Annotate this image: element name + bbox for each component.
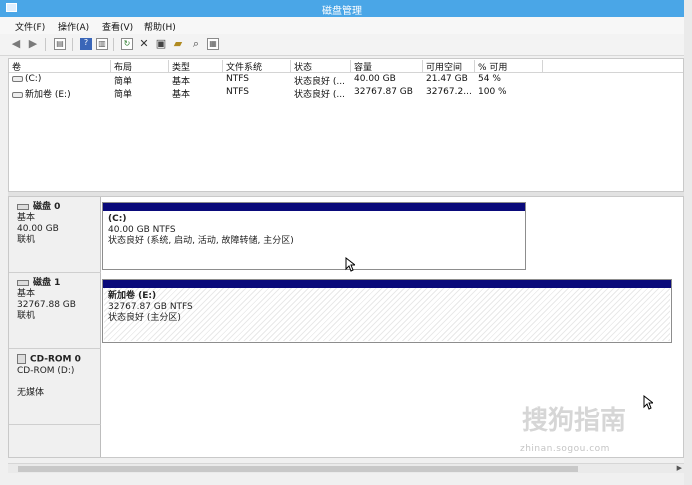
disk-size: 40.00 GB xyxy=(17,224,59,234)
toolbar-separator xyxy=(72,38,73,51)
search-icon[interactable]: ⌕ xyxy=(190,38,202,50)
column-percent-free[interactable]: % 可用 xyxy=(475,60,543,73)
volume-name: (C:) xyxy=(25,74,42,84)
table-row[interactable]: (C:) 简单 基本 NTFS 状态良好 (... 40.00 GB 21.47… xyxy=(9,74,683,87)
partition-body: 新加卷 (E:) 32767.87 GB NTFS 状态良好 (主分区) xyxy=(104,288,670,341)
filesystem-cell: NTFS xyxy=(226,74,249,84)
partition-bar xyxy=(103,203,525,211)
menu-bar: 文件(F) 操作(A) 查看(V) 帮助(H) xyxy=(0,17,684,34)
disk-management-window: 磁盘管理 文件(F) 操作(A) 查看(V) 帮助(H) ◀ ▶ ▤ ? ▥ ↻… xyxy=(0,0,692,485)
partition-size: 32767.87 GB NTFS xyxy=(108,302,193,312)
format-icon[interactable]: ▦ xyxy=(207,38,219,50)
partition-bar xyxy=(103,280,671,288)
partition-body: (C:) 40.00 GB NTFS 状态良好 (系统, 启动, 活动, 故障转… xyxy=(104,211,524,268)
volume-cell: (C:) xyxy=(9,74,111,84)
percent-free-cell: 54 % xyxy=(478,74,501,84)
disk-icon xyxy=(17,203,29,210)
drive-icon xyxy=(12,75,23,82)
partition-status: 状态良好 (主分区) xyxy=(108,313,181,323)
free-space-cell: 32767.2... xyxy=(426,87,472,97)
refresh-icon[interactable]: ↻ xyxy=(121,38,133,50)
column-layout[interactable]: 布局 xyxy=(111,60,169,73)
window-edge xyxy=(684,0,692,485)
column-capacity[interactable]: 容量 xyxy=(351,60,423,73)
title-bar[interactable]: 磁盘管理 xyxy=(0,0,684,17)
show-pane-icon[interactable]: ▥ xyxy=(96,38,108,50)
partition-e[interactable]: 新加卷 (E:) 32767.87 GB NTFS 状态良好 (主分区) xyxy=(102,279,672,343)
disk-size: 32767.88 GB xyxy=(17,300,76,310)
disk-icon xyxy=(17,279,29,286)
volume-name: 新加卷 (E:) xyxy=(25,90,71,100)
scroll-right-icon[interactable]: ▶ xyxy=(677,464,682,472)
cdrom-media-status: 无媒体 xyxy=(17,387,45,398)
menu-help[interactable]: 帮助(H) xyxy=(144,20,176,33)
cdrom-name: CD-ROM 0 xyxy=(30,354,81,365)
disk-1-row: 磁盘 1 基本 32767.88 GB 联机 新加卷 (E:) 32767.87… xyxy=(9,273,683,349)
type-cell: 基本 xyxy=(172,77,191,87)
volume-list-header: 卷 布局 类型 文件系统 状态 容量 可用空间 % 可用 xyxy=(9,59,683,73)
watermark: 搜狗指南 zhinan.sogou.com xyxy=(520,400,680,460)
free-space-cell: 21.47 GB xyxy=(426,74,468,84)
disk-status: 联机 xyxy=(17,311,36,321)
column-filesystem[interactable]: 文件系统 xyxy=(223,60,291,73)
disk-0-label[interactable]: 磁盘 0 基本 40.00 GB 联机 xyxy=(9,197,101,273)
forward-arrow-icon[interactable]: ▶ xyxy=(27,38,39,50)
partition-size: 40.00 GB NTFS xyxy=(108,225,176,235)
disk-name: 磁盘 0 xyxy=(33,202,61,212)
percent-free-cell: 100 % xyxy=(478,87,507,97)
properties-icon[interactable]: ▤ xyxy=(54,38,66,50)
capacity-cell: 40.00 GB xyxy=(354,74,396,84)
type-cell: 基本 xyxy=(172,90,191,100)
watermark-url: zhinan.sogou.com xyxy=(520,444,610,454)
volume-cell: 新加卷 (E:) xyxy=(9,87,111,100)
disk-name: 磁盘 1 xyxy=(33,278,61,288)
column-free-space[interactable]: 可用空间 xyxy=(423,60,475,73)
help-icon[interactable]: ? xyxy=(80,38,92,50)
label-column-fill xyxy=(9,425,101,457)
capacity-cell: 32767.87 GB xyxy=(354,87,413,97)
partition-name: 新加卷 (E:) xyxy=(108,291,157,301)
table-row[interactable]: 新加卷 (E:) 简单 基本 NTFS 状态良好 (... 32767.87 G… xyxy=(9,87,683,100)
filesystem-cell: NTFS xyxy=(226,87,249,97)
partition-name: (C:) xyxy=(108,214,127,224)
cdrom-0-label[interactable]: CD-ROM 0 CD-ROM (D:) 无媒体 xyxy=(9,349,101,425)
disk-status: 联机 xyxy=(17,235,36,245)
back-arrow-icon[interactable]: ◀ xyxy=(10,38,22,50)
layout-cell: 简单 xyxy=(114,90,133,100)
layout-cell: 简单 xyxy=(114,77,133,87)
menu-action[interactable]: 操作(A) xyxy=(58,20,89,33)
column-status[interactable]: 状态 xyxy=(291,60,351,73)
partition-status: 状态良好 (系统, 启动, 活动, 故障转储, 主分区) xyxy=(108,236,294,246)
partition-c[interactable]: (C:) 40.00 GB NTFS 状态良好 (系统, 启动, 活动, 故障转… xyxy=(102,202,526,270)
window-title: 磁盘管理 xyxy=(322,6,362,17)
disk-1-label[interactable]: 磁盘 1 基本 32767.88 GB 联机 xyxy=(9,273,101,349)
column-volume[interactable]: 卷 xyxy=(9,60,111,73)
cdrom-drive: CD-ROM (D:) xyxy=(17,365,75,376)
open-folder-icon[interactable]: ▰ xyxy=(172,38,184,50)
drive-icon xyxy=(12,91,23,98)
menu-file[interactable]: 文件(F) xyxy=(15,20,45,33)
volume-list: 卷 布局 类型 文件系统 状态 容量 可用空间 % 可用 (C:) 简单 基本 … xyxy=(8,58,684,192)
status-cell: 状态良好 (... xyxy=(294,90,345,100)
delete-icon[interactable]: ✕ xyxy=(138,38,150,50)
cdrom-icon xyxy=(17,354,26,364)
horizontal-scrollbar[interactable]: ▶ xyxy=(8,463,684,473)
toolbar: ◀ ▶ ▤ ? ▥ ↻ ✕ ▣ ▰ ⌕ ▦ xyxy=(0,34,684,56)
column-type[interactable]: 类型 xyxy=(169,60,223,73)
toolbar-separator xyxy=(45,38,46,51)
scrollbar-thumb[interactable] xyxy=(18,466,578,472)
disk-type: 基本 xyxy=(17,213,36,223)
mouse-cursor-icon xyxy=(345,257,355,272)
watermark-logo: 搜狗指南 xyxy=(522,406,627,436)
disk-type: 基本 xyxy=(17,289,36,299)
status-cell: 状态良好 (... xyxy=(294,77,345,87)
menu-view[interactable]: 查看(V) xyxy=(102,20,133,33)
connect-icon[interactable]: ▣ xyxy=(155,38,167,50)
toolbar-separator xyxy=(113,38,114,51)
